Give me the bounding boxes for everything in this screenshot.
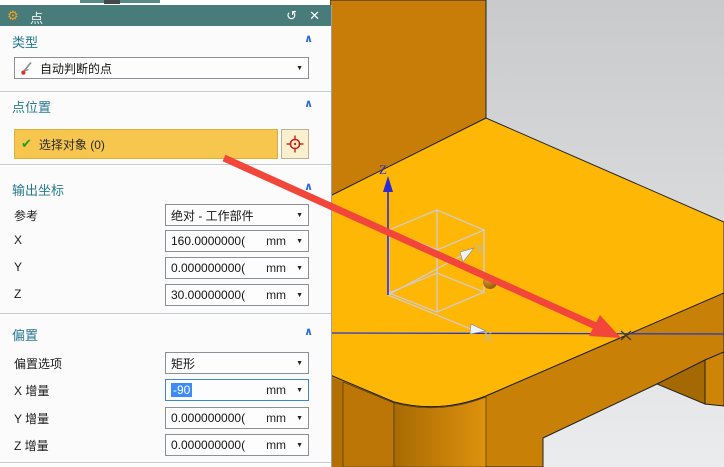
point-dialog-button[interactable] xyxy=(281,129,309,159)
select-object-row[interactable]: ✔ 选择对象 (0) xyxy=(14,129,278,159)
point-dialog: ⚙ 点 ↺ ✕ 类型 ∧ 自动判断的点 ▼ 点位置 ∧ ✔ 选择对象 (0) xyxy=(0,5,332,467)
section-header-output-coords[interactable]: 输出坐标 ∧ xyxy=(12,180,319,196)
unit-label: mm xyxy=(266,288,286,302)
unit-label: mm xyxy=(266,438,286,452)
x-coord-field[interactable]: 160.0000000( mm ▼ xyxy=(165,230,309,252)
section-header-offset[interactable]: 偏置 ∧ xyxy=(12,325,319,341)
chevron-up-icon[interactable]: ∧ xyxy=(304,180,313,193)
offset-option-row: 偏置选项 矩形 ▼ xyxy=(0,352,331,375)
y-coord-field[interactable]: 0.000000000( mm ▼ xyxy=(165,257,309,279)
dialog-titlebar[interactable]: ⚙ 点 ↺ ✕ xyxy=(0,5,331,26)
section-header-type[interactable]: 类型 ∧ xyxy=(12,32,319,48)
unit-label: mm xyxy=(266,261,286,275)
toolbar-fragment-mark xyxy=(104,0,120,4)
dropdown-arrow-icon[interactable]: ▼ xyxy=(296,212,303,219)
z-axis-label: Z xyxy=(379,162,387,177)
x-coord-row: X 160.0000000( mm ▼ xyxy=(0,230,331,253)
check-icon: ✔ xyxy=(21,136,32,152)
reference-dropdown[interactable]: 绝对 - 工作部件 ▼ xyxy=(165,204,309,226)
selected-text: -90 xyxy=(171,383,192,397)
section-header-point-location[interactable]: 点位置 ∧ xyxy=(12,97,319,113)
unit-label: mm xyxy=(266,411,286,425)
dropdown-arrow-icon[interactable]: ▼ xyxy=(296,292,303,299)
x-delta-label: X 增量 xyxy=(14,382,49,399)
y-axis-label: Y xyxy=(475,241,485,256)
z-coord-label: Z xyxy=(14,287,21,301)
select-object-label: 选择对象 (0) xyxy=(39,136,105,153)
dropdown-arrow-icon[interactable]: ▼ xyxy=(296,442,303,449)
dropdown-arrow-icon[interactable]: ▼ xyxy=(296,238,303,245)
y-delta-label: Y 增量 xyxy=(14,410,49,427)
unit-label: mm xyxy=(266,234,286,248)
dropdown-arrow-icon[interactable]: ▼ xyxy=(296,360,303,367)
x-delta-row: X 增量 -90 mm ▼ xyxy=(0,379,331,402)
point-sphere[interactable] xyxy=(483,275,497,289)
y-delta-row: Y 增量 0.000000000( mm ▼ xyxy=(0,407,331,430)
toolbar-fragment xyxy=(80,0,160,3)
reset-icon[interactable]: ↺ xyxy=(286,6,297,25)
dialog-title: 点 xyxy=(30,8,43,27)
y-coord-label: Y xyxy=(14,260,22,274)
y-delta-field[interactable]: 0.000000000( mm ▼ xyxy=(165,407,309,429)
z-delta-field[interactable]: 0.000000000( mm ▼ xyxy=(165,434,309,456)
offset-option-dropdown[interactable]: 矩形 ▼ xyxy=(165,352,309,374)
point-type-dropdown[interactable]: 自动判断的点 ▼ xyxy=(14,57,309,79)
reference-row: 参考 绝对 - 工作部件 ▼ xyxy=(0,204,331,227)
section-separator xyxy=(0,91,331,93)
chevron-up-icon[interactable]: ∧ xyxy=(304,325,313,338)
point-type-value: 自动判断的点 xyxy=(40,60,296,77)
close-icon[interactable]: ✕ xyxy=(309,6,320,25)
dropdown-arrow-icon[interactable]: ▼ xyxy=(296,387,303,394)
dropdown-arrow-icon[interactable]: ▼ xyxy=(296,265,303,272)
z-coord-row: Z 30.00000000( mm ▼ xyxy=(0,284,331,307)
3d-viewport[interactable]: Z Y X xyxy=(330,0,724,467)
z-delta-label: Z 增量 xyxy=(14,437,49,454)
z-delta-row: Z 增量 0.000000000( mm ▼ xyxy=(0,434,331,457)
reference-label: 参考 xyxy=(14,207,38,224)
offset-option-label: 偏置选项 xyxy=(14,355,62,372)
y-coord-row: Y 0.000000000( mm ▼ xyxy=(0,257,331,280)
x-coord-label: X xyxy=(14,233,22,247)
dropdown-arrow-icon[interactable]: ▼ xyxy=(296,415,303,422)
chevron-up-icon[interactable]: ∧ xyxy=(304,97,313,110)
section-separator xyxy=(0,313,331,315)
chevron-up-icon[interactable]: ∧ xyxy=(304,32,313,45)
part-right-leg-face[interactable] xyxy=(705,352,724,406)
section-separator xyxy=(0,164,331,166)
z-coord-field[interactable]: 30.00000000( mm ▼ xyxy=(165,284,309,306)
unit-label: mm xyxy=(266,383,286,397)
inferred-point-icon xyxy=(20,61,33,75)
x-axis-label: X xyxy=(483,329,493,344)
section-separator xyxy=(0,462,331,464)
dropdown-arrow-icon[interactable]: ▼ xyxy=(296,65,303,72)
gear-icon: ⚙ xyxy=(7,6,19,25)
x-delta-field[interactable]: -90 mm ▼ xyxy=(165,379,309,401)
part-corner-fillet-face[interactable] xyxy=(394,397,486,467)
crosshair-icon xyxy=(286,135,304,153)
